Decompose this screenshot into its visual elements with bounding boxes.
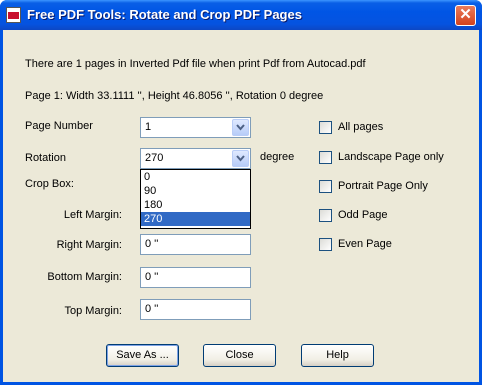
pdf-app-icon — [6, 7, 21, 23]
top-margin-label: Top Margin: — [64, 305, 122, 317]
top-margin-input[interactable]: 0 '' — [140, 299, 251, 320]
rotation-dropdown-list[interactable]: 0 90 180 270 — [140, 169, 251, 229]
portrait-only-checkbox[interactable] — [319, 180, 332, 193]
help-button[interactable]: Help — [301, 344, 374, 367]
page-number-value: 1 — [145, 121, 152, 133]
odd-page-label: Odd Page — [338, 209, 388, 221]
rotation-select[interactable]: 270 — [140, 148, 251, 169]
even-page-label: Even Page — [338, 238, 392, 250]
crop-box-label: Crop Box: — [25, 178, 74, 190]
window-title: Free PDF Tools: Rotate and Crop PDF Page… — [27, 7, 302, 22]
all-pages-label: All pages — [338, 121, 384, 133]
title-bar[interactable]: Free PDF Tools: Rotate and Crop PDF Page… — [0, 0, 482, 30]
rotation-value: 270 — [145, 152, 164, 164]
portrait-only-label: Portrait Page Only — [338, 180, 428, 192]
rotation-option[interactable]: 180 — [141, 198, 250, 212]
even-page-checkbox[interactable] — [319, 238, 332, 251]
file-info-text: There are 1 pages in Inverted Pdf file w… — [25, 58, 366, 70]
landscape-only-label: Landscape Page only — [338, 151, 444, 163]
rotation-label: Rotation — [25, 152, 66, 164]
page-info-text: Page 1: Width 33.1111 '', Height 46.8056… — [25, 90, 324, 102]
page-number-label: Page Number — [25, 120, 93, 132]
right-margin-label: Right Margin: — [56, 239, 122, 251]
dialog-window: Free PDF Tools: Rotate and Crop PDF Page… — [0, 0, 482, 385]
dialog-body: There are 1 pages in Inverted Pdf file w… — [3, 30, 479, 382]
odd-page-checkbox[interactable] — [319, 209, 332, 222]
all-pages-checkbox[interactable] — [319, 121, 332, 134]
left-margin-label: Left Margin: — [63, 209, 122, 221]
bottom-margin-input[interactable]: 0 '' — [140, 267, 251, 288]
save-as-button[interactable]: Save As ... — [106, 344, 179, 367]
close-button[interactable]: Close — [203, 344, 276, 367]
rotation-option[interactable]: 90 — [141, 184, 250, 198]
bottom-margin-label: Bottom Margin: — [47, 271, 122, 283]
landscape-only-checkbox[interactable] — [319, 151, 332, 164]
rotation-option[interactable]: 0 — [141, 170, 250, 184]
page-number-select[interactable]: 1 — [140, 117, 251, 138]
chevron-down-icon[interactable] — [232, 150, 249, 167]
rotation-option-selected[interactable]: 270 — [141, 212, 250, 226]
rotation-unit-label: degree — [260, 151, 295, 163]
chevron-down-icon[interactable] — [232, 119, 249, 136]
close-window-button[interactable]: ✕ — [455, 5, 476, 26]
right-margin-input[interactable]: 0 '' — [140, 234, 251, 255]
